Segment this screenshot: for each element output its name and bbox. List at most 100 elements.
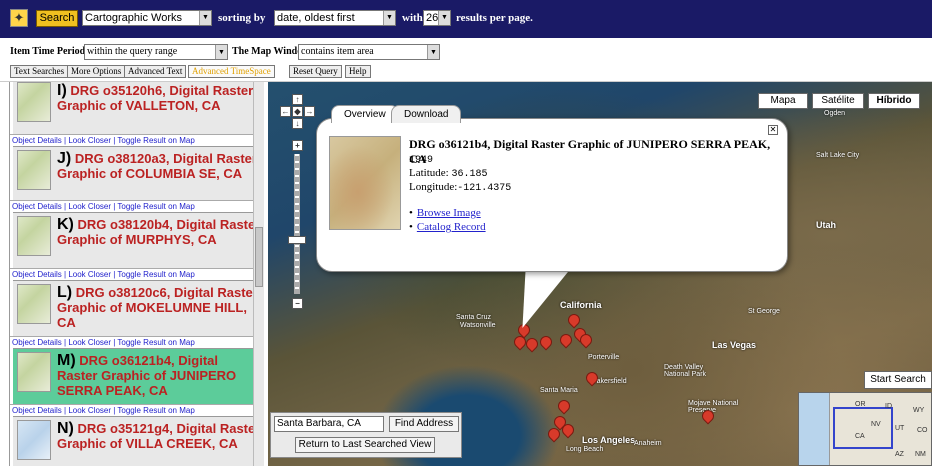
map-label: Anaheim (634, 440, 662, 447)
map-label: Utah (816, 220, 836, 230)
map-type-hybrid[interactable]: Híbrido (868, 93, 920, 109)
scrollbar-thumb[interactable] (255, 227, 263, 287)
overview-label: NM (915, 451, 926, 458)
browse-image-link[interactable]: • Browse Image (409, 207, 481, 219)
map-label: Mojave National Preserve (688, 400, 739, 414)
pan-down-icon[interactable]: ↓ (292, 118, 303, 129)
result-thumbnail[interactable] (17, 420, 51, 460)
popup-title: DRG o36121b4, Digital Raster Graphic of … (409, 137, 771, 166)
catalog-record-link[interactable]: • Catalog Record (409, 221, 486, 233)
map-label: California (560, 300, 602, 310)
result-thumbnail[interactable] (17, 284, 51, 324)
map-marker[interactable] (537, 333, 555, 351)
pan-up-icon[interactable]: ↑ (292, 94, 303, 105)
overview-label: UT (895, 425, 905, 432)
globe-logo-icon[interactable]: ✦ (10, 9, 28, 27)
chevron-down-icon: ▼ (215, 45, 227, 59)
result-item-m-selected[interactable]: M) DRG o36121b4, Digital Raster Graphic … (13, 348, 261, 404)
bullet-icon: • (409, 221, 413, 233)
address-search-panel: Santa Barbara, CA Find Address Return to… (270, 412, 462, 458)
time-period-label: Item Time Period (10, 46, 86, 57)
result-links[interactable]: Object Details | Look Closer | Toggle Re… (10, 134, 260, 146)
tab-advanced-timespace[interactable]: Advanced TimeSpace (188, 65, 275, 78)
sorting-by-label: sorting by (218, 12, 266, 24)
map-label: Las Vegas (712, 340, 757, 350)
collection-value: Cartographic Works (85, 12, 182, 24)
start-search-button[interactable]: Start Search (864, 371, 932, 389)
chevron-down-icon: ▼ (383, 11, 395, 25)
result-item-k[interactable]: K) DRG o38120b4, Digital Raster Graphic … (13, 212, 261, 268)
result-title[interactable]: J) DRG o38120a3, Digital Raster Graphic … (57, 151, 261, 182)
result-title[interactable]: I) DRG o35120h6, Digital Raster Graphic … (57, 83, 261, 114)
result-links[interactable]: Object Details | Look Closer | Toggle Re… (10, 404, 260, 416)
result-links[interactable]: Object Details | Look Closer | Toggle Re… (10, 200, 260, 212)
tab-text-searches[interactable]: Text Searches (10, 65, 69, 78)
popup-longitude: Longitude:-121.4375 (409, 181, 512, 194)
map-label: Watsonville (460, 322, 496, 329)
result-title[interactable]: K) DRG o38120b4, Digital Raster Graphic … (57, 217, 261, 248)
collection-select[interactable]: Cartographic Works ▼ (82, 10, 212, 26)
result-links[interactable]: Object Details | Look Closer | Toggle Re… (10, 336, 260, 348)
overview-label: ID (885, 403, 892, 410)
tab-advanced-text[interactable]: Advanced Text (124, 65, 187, 78)
overview-label: NV (871, 421, 881, 428)
map-label: St George (748, 308, 780, 315)
result-thumbnail[interactable] (17, 352, 51, 392)
zoom-slider-knob[interactable] (288, 236, 306, 244)
overview-map[interactable]: OR ID WY NV UT CO CA AZ NM (798, 392, 932, 466)
reset-query-button[interactable]: Reset Query (289, 65, 342, 78)
result-links[interactable]: Object Details | Look Closer | Toggle Re… (10, 268, 260, 280)
result-item-l[interactable]: L) DRG o38120c6, Digital Raster Graphic … (13, 280, 261, 336)
popup-map-thumbnail[interactable] (329, 136, 401, 230)
map-type-mapa[interactable]: Mapa (758, 93, 808, 109)
tab-more-options[interactable]: More Options (67, 65, 126, 78)
sort-value: date, oldest first (277, 12, 355, 24)
help-button[interactable]: Help (345, 65, 371, 78)
zoom-slider[interactable] (288, 154, 306, 294)
result-title[interactable]: L) DRG o38120c6, Digital Raster Graphic … (57, 285, 261, 331)
map-view[interactable]: Mapa Satélite Híbrido ↑ ← ◆ → ↓ + − Cali… (268, 82, 932, 466)
result-item-n[interactable]: N) DRG o35121g4, Digital Raster Graphic … (13, 416, 261, 466)
result-thumbnail[interactable] (17, 216, 51, 256)
find-address-button[interactable]: Find Address (389, 416, 459, 432)
result-title[interactable]: M) DRG o36121b4, Digital Raster Graphic … (57, 353, 261, 399)
map-window-select[interactable]: contains item area ▼ (298, 44, 440, 60)
overview-label: AZ (895, 451, 904, 458)
result-title[interactable]: N) DRG o35121g4, Digital Raster Graphic … (57, 421, 261, 452)
map-marker[interactable] (523, 335, 541, 353)
popup-latitude: Latitude: 36.185 (409, 167, 488, 180)
pan-right-icon[interactable]: → (304, 106, 315, 117)
results-count-value: 26 (426, 12, 439, 24)
results-count-select[interactable]: 26 ▼ (423, 10, 451, 26)
result-item-j[interactable]: J) DRG o38120a3, Digital Raster Graphic … (13, 146, 261, 200)
search-button[interactable]: Search (36, 10, 78, 27)
chevron-down-icon: ▼ (199, 11, 211, 25)
zoom-control[interactable]: ↑ ← ◆ → ↓ + − (280, 94, 316, 314)
result-item-i[interactable]: I) DRG o35120h6, Digital Raster Graphic … (13, 82, 261, 134)
info-window: Overview Download ✕ DRG o36121b4, Digita… (316, 105, 788, 272)
results-scrollbar[interactable] (253, 82, 264, 466)
map-marker[interactable] (555, 397, 573, 415)
close-icon[interactable]: ✕ (768, 125, 778, 135)
zoom-in-icon[interactable]: + (292, 140, 303, 151)
pan-left-icon[interactable]: ← (280, 106, 291, 117)
zoom-out-icon[interactable]: − (292, 298, 303, 309)
time-period-select[interactable]: within the query range ▼ (84, 44, 228, 60)
map-type-satellite[interactable]: Satélite (812, 93, 864, 109)
popup-tab-download[interactable]: Download (391, 105, 462, 123)
search-tabs-row: Text Searches More Options Advanced Text… (0, 62, 932, 82)
address-input[interactable]: Santa Barbara, CA (274, 416, 384, 432)
result-thumbnail[interactable] (17, 82, 51, 122)
return-last-view-button[interactable]: Return to Last Searched View (295, 437, 435, 453)
results-list: I) DRG o35120h6, Digital Raster Graphic … (9, 82, 261, 466)
map-label: Death Valley National Park (664, 364, 707, 378)
map-label: Los Angeles (582, 435, 636, 445)
popup-tab-overview[interactable]: Overview (331, 105, 399, 123)
overview-viewport-rect[interactable] (833, 407, 893, 449)
results-per-page-label: results per page. (456, 12, 533, 24)
sort-select[interactable]: date, oldest first ▼ (274, 10, 396, 26)
map-marker[interactable] (565, 311, 583, 329)
map-marker[interactable] (557, 331, 575, 349)
pan-center-icon[interactable]: ◆ (292, 106, 303, 117)
result-thumbnail[interactable] (17, 150, 51, 190)
